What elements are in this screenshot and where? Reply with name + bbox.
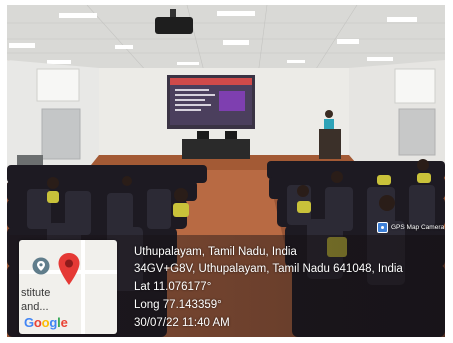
date-time-stamp: 30/07/22 11:40 AM (134, 317, 230, 329)
map-road (81, 240, 85, 334)
latitude-readout: Lat 11.076177° (134, 281, 212, 293)
camera-icon (377, 222, 388, 233)
location-pin-icon (58, 253, 80, 285)
gps-map-camera-badge: GPS Map Camera (377, 222, 444, 233)
location-address: 34GV+G8V, Uthupalayam, Tamil Nadu 641048… (134, 263, 403, 275)
place-icon (32, 257, 50, 275)
location-title: Uthupalayam, Tamil Nadu, India (134, 246, 297, 258)
camera-badge-label: GPS Map Camera (391, 224, 445, 231)
map-thumbnail[interactable]: stitute and... Google (19, 240, 117, 334)
google-logo: Google (24, 315, 68, 330)
longitude-readout: Long 77.143359° (134, 299, 222, 311)
map-place-label: stitute and... (21, 287, 51, 313)
